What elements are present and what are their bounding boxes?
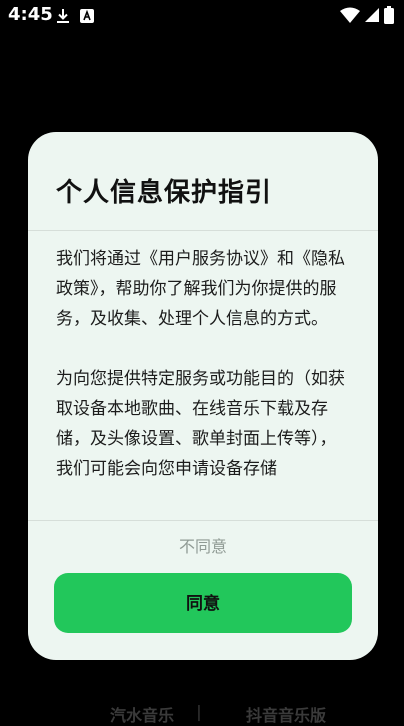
divider <box>28 230 378 231</box>
footer-separator: | <box>196 702 202 721</box>
status-time: 4:45 <box>8 4 53 25</box>
divider <box>28 520 378 521</box>
app-subtitle: 抖音音乐版 <box>246 706 327 725</box>
signal-icon <box>365 8 379 22</box>
battery-icon <box>384 6 394 24</box>
content-paragraph-1: 我们将通过《用户服务协议》和《隐私政策》，帮助你了解我们为你提供的服务，及收集、… <box>56 249 345 329</box>
footer-branding: 汽水音乐 | 抖音音乐版 <box>0 700 404 725</box>
wifi-icon <box>340 7 360 23</box>
agree-button[interactable]: 同意 <box>54 573 352 633</box>
disagree-button[interactable]: 不同意 <box>28 532 378 562</box>
app-name: 汽水音乐 <box>110 706 175 725</box>
content-fade <box>28 478 378 522</box>
download-icon <box>57 9 69 23</box>
dialog-title: 个人信息保护指引 <box>56 178 273 208</box>
privacy-dialog: 个人信息保护指引 我们将通过《用户服务协议》和《隐私政策》，帮助你了解我们为你提… <box>28 132 378 660</box>
a-letter-icon <box>80 9 94 23</box>
status-right-icons <box>340 6 394 24</box>
status-bar: 4:45 <box>0 0 404 32</box>
content-paragraph-2: 为向您提供特定服务或功能目的（如获取设备本地歌曲、在线音乐下载及存储，及头像设置… <box>56 369 345 479</box>
